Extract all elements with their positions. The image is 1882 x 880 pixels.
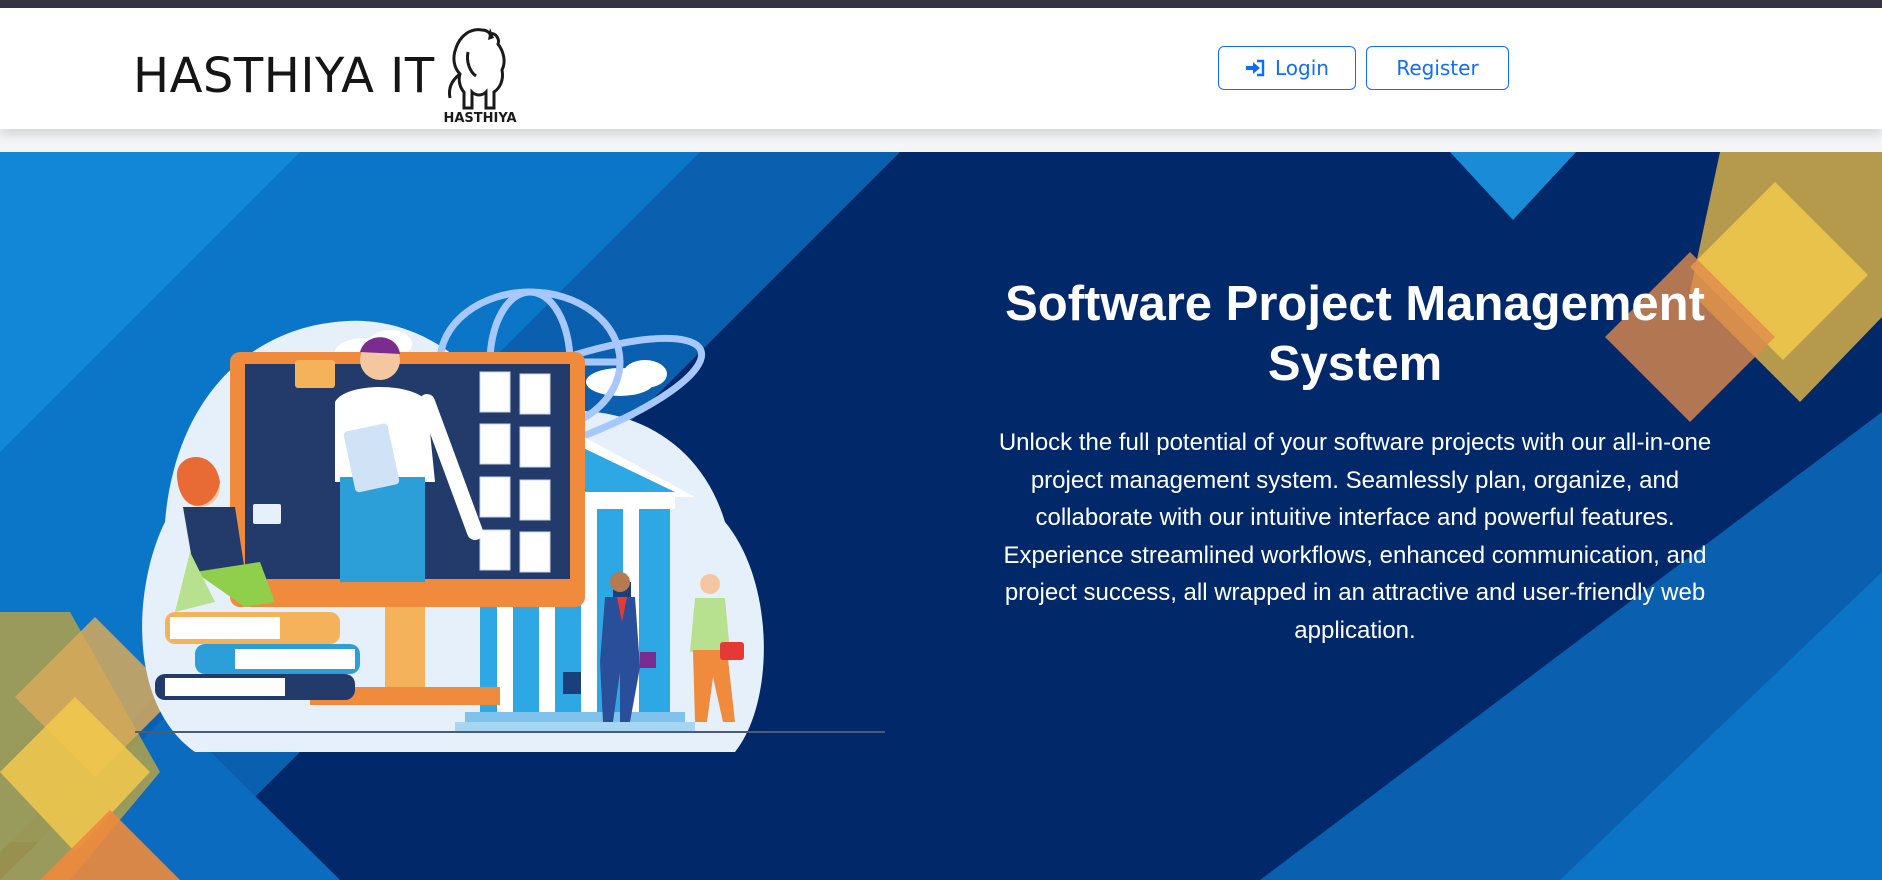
- hero-section: Software Project Management System Unloc…: [0, 152, 1882, 880]
- login-button[interactable]: Login: [1218, 46, 1356, 90]
- hero-title: Software Project Management System: [1005, 277, 1705, 391]
- login-label: Login: [1275, 56, 1329, 80]
- header-spacer: [0, 129, 1882, 152]
- register-label: Register: [1396, 56, 1479, 80]
- window-top-bar: [0, 0, 1882, 8]
- sign-in-icon: [1246, 59, 1265, 77]
- navbar: HASTHIYA IT HASTHIYA Login Register: [0, 8, 1882, 129]
- logo-caption: HASTHIYA: [443, 111, 516, 126]
- brand-name[interactable]: HASTHIYA IT: [133, 48, 435, 104]
- hero-illustration: [135, 288, 885, 752]
- register-button[interactable]: Register: [1366, 46, 1509, 90]
- elephant-logo[interactable]: HASTHIYA: [430, 22, 530, 126]
- hero-description: Unlock the full potential of your softwa…: [998, 429, 1712, 644]
